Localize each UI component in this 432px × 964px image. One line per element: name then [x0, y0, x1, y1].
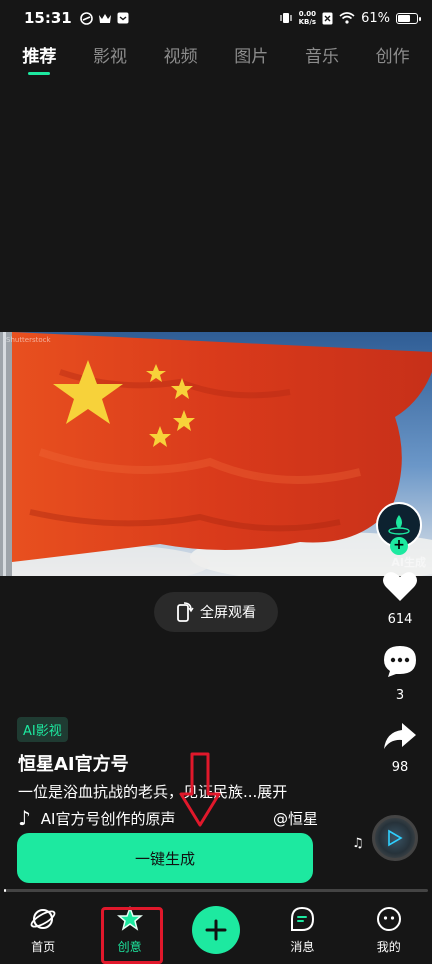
status-bar: 15:31 0.00 KB/s 61%	[0, 0, 432, 36]
comment-button[interactable]	[378, 639, 422, 683]
music-info[interactable]: ♪ AI官方号创作的原声 @恒星	[18, 806, 318, 830]
nav-profile[interactable]: 我的	[354, 906, 424, 955]
post-description[interactable]: 一位是浴血抗战的老兵，见证民族...展开	[18, 781, 287, 802]
nav-messages[interactable]: 消息	[267, 906, 337, 955]
message-icon	[291, 906, 315, 931]
author-name[interactable]: 恒星AI官方号	[18, 750, 129, 776]
bottom-nav: 首页 创意 消息 我的	[0, 896, 432, 964]
music-notes-icon: ♫	[352, 836, 364, 851]
music-title: AI官方号创作的原声	[40, 809, 176, 828]
vibrate-icon	[280, 13, 292, 23]
like-count: 614	[387, 612, 413, 627]
share-count: 98	[391, 760, 409, 775]
no-sim-icon	[322, 12, 333, 24]
one-click-generate-button[interactable]: 一键生成	[17, 833, 313, 883]
ai-logo-icon	[388, 515, 410, 535]
nav-home-label: 首页	[31, 939, 56, 954]
comment-icon	[384, 646, 416, 677]
nav-create[interactable]	[181, 906, 251, 954]
heart-icon	[383, 572, 417, 601]
comment-count: 3	[395, 688, 405, 703]
disc-cover-icon	[388, 829, 403, 847]
plus-icon	[205, 919, 227, 941]
video-watermark-top: Shutterstock	[6, 336, 51, 344]
create-plus-button[interactable]	[191, 906, 240, 954]
flag-image	[0, 332, 432, 576]
tab-image[interactable]: 图片	[234, 42, 268, 75]
music-disc[interactable]	[372, 815, 418, 861]
wifi-icon	[339, 12, 355, 24]
tab-create[interactable]: 创作	[376, 42, 410, 75]
nav-home[interactable]: 首页	[8, 906, 78, 955]
sync-icon	[79, 11, 93, 25]
like-button[interactable]	[378, 564, 422, 608]
tab-video[interactable]: 视频	[164, 42, 198, 75]
music-author: @恒星	[272, 809, 318, 828]
follow-button[interactable]: +	[390, 537, 408, 555]
battery-percent: 61%	[361, 10, 390, 26]
annotation-highlight-box	[101, 907, 163, 964]
notification-icon	[117, 12, 129, 24]
crown-icon	[98, 14, 111, 23]
planet-icon	[30, 908, 56, 929]
music-note-icon: ♪	[18, 806, 31, 830]
tab-film[interactable]: 影视	[93, 42, 127, 75]
battery-icon	[396, 12, 421, 24]
share-icon	[384, 723, 416, 749]
category-tag[interactable]: AI影视	[17, 717, 68, 742]
rotate-screen-icon	[177, 602, 194, 622]
fullscreen-button[interactable]: 全屏观看	[154, 592, 278, 632]
tab-recommend[interactable]: 推荐	[22, 42, 56, 75]
annotation-arrow	[179, 752, 221, 827]
video-progress-bar[interactable]	[4, 889, 428, 892]
progress-fill	[4, 889, 7, 892]
nav-messages-label: 消息	[290, 939, 315, 954]
nav-profile-label: 我的	[376, 939, 401, 954]
profile-icon	[376, 906, 401, 931]
top-tabs: 推荐 影视 视频 图片 音乐 创作	[0, 38, 432, 78]
network-speed: 0.00 KB/s	[298, 10, 317, 26]
fullscreen-label: 全屏观看	[200, 605, 256, 621]
video-player[interactable]: Shutterstock AI生成	[0, 332, 432, 576]
status-time: 15:31	[24, 9, 72, 27]
tab-music[interactable]: 音乐	[305, 42, 339, 75]
share-button[interactable]	[378, 714, 422, 758]
